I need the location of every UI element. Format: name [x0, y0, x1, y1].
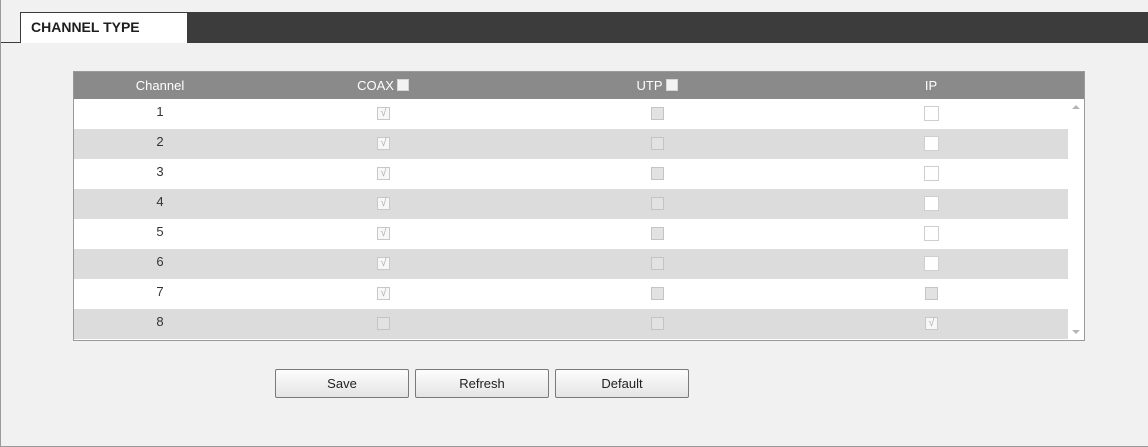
table-row: 1 √ [74, 99, 1068, 129]
ip-checkbox[interactable]: √ [925, 317, 938, 330]
channel-type-table: Channel COAX UTP IP 1 √ 2 √ 3 √ 4 √ 5 √ 6 √ 7 √ 8 √ [73, 71, 1085, 341]
tab-channel-type[interactable]: CHANNEL TYPE [20, 12, 187, 43]
channel-number: 1 [156, 104, 164, 119]
table-row: 2 √ [74, 129, 1068, 159]
table-row: 3 √ [74, 159, 1068, 189]
utp-checkbox[interactable] [651, 287, 664, 300]
header-channel: Channel [74, 72, 246, 99]
channel-type-panel: CHANNEL TYPE Channel COAX UTP IP 1 √ 2 √ 3 √ 4… [0, 0, 1148, 447]
coax-select-all-checkbox[interactable] [396, 79, 409, 91]
utp-checkbox[interactable] [651, 227, 664, 240]
scroll-up-icon[interactable] [1072, 105, 1080, 109]
table-row: 8 √ [74, 309, 1068, 339]
channel-number: 2 [156, 134, 164, 149]
ip-checkbox[interactable] [924, 136, 939, 151]
utp-checkbox[interactable] [651, 197, 664, 210]
coax-checkbox[interactable]: √ [377, 287, 390, 300]
refresh-button[interactable]: Refresh [415, 369, 549, 398]
ip-checkbox[interactable] [924, 196, 939, 211]
coax-checkbox[interactable]: √ [377, 107, 390, 120]
table-row: 4 √ [74, 189, 1068, 219]
header-coax: COAX [246, 72, 520, 99]
channel-number: 3 [156, 164, 164, 179]
table-body: 1 √ 2 √ 3 √ 4 √ 5 √ 6 √ 7 √ 8 √ [74, 99, 1068, 339]
utp-checkbox[interactable] [651, 107, 664, 120]
header-ip: IP [794, 72, 1068, 99]
header-ip-label: IP [924, 78, 938, 93]
coax-checkbox[interactable]: √ [377, 167, 390, 180]
channel-number: 5 [156, 224, 164, 239]
ip-checkbox[interactable] [924, 256, 939, 271]
ip-checkbox[interactable] [924, 106, 939, 121]
channel-number: 7 [156, 284, 164, 299]
channel-number: 6 [156, 254, 164, 269]
utp-checkbox[interactable] [651, 167, 664, 180]
utp-select-all-checkbox[interactable] [665, 79, 678, 91]
ip-checkbox[interactable] [925, 287, 938, 300]
channel-number: 4 [156, 194, 164, 209]
header-utp: UTP [520, 72, 794, 99]
scroll-down-icon[interactable] [1072, 330, 1080, 334]
header-coax-label: COAX [357, 78, 394, 93]
header-channel-label: Channel [135, 78, 185, 93]
coax-checkbox[interactable]: √ [377, 257, 390, 270]
table-row: 7 √ [74, 279, 1068, 309]
ip-checkbox[interactable] [924, 226, 939, 241]
coax-checkbox[interactable]: √ [377, 227, 390, 240]
save-button[interactable]: Save [275, 369, 409, 398]
coax-checkbox[interactable] [377, 317, 390, 330]
title-bar [187, 12, 1148, 42]
coax-checkbox[interactable]: √ [377, 197, 390, 210]
utp-checkbox[interactable] [651, 137, 664, 150]
table-row: 6 √ [74, 249, 1068, 279]
table-row: 5 √ [74, 219, 1068, 249]
header-utp-label: UTP [636, 78, 663, 93]
default-button[interactable]: Default [555, 369, 689, 398]
table-scrollbar[interactable] [1068, 99, 1084, 340]
utp-checkbox[interactable] [651, 257, 664, 270]
utp-checkbox[interactable] [651, 317, 664, 330]
channel-number: 8 [156, 314, 164, 329]
table-header: Channel COAX UTP IP [74, 72, 1084, 99]
coax-checkbox[interactable]: √ [377, 137, 390, 150]
ip-checkbox[interactable] [924, 166, 939, 181]
